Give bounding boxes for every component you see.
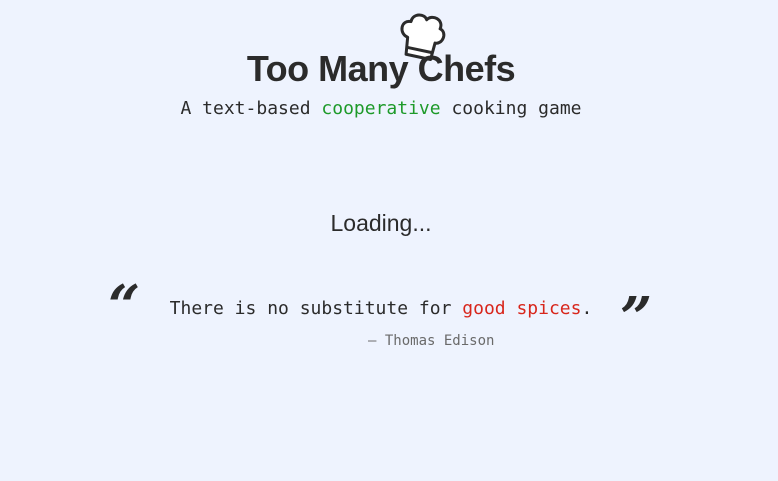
subtitle-suffix: cooking game bbox=[440, 98, 582, 119]
loading-screen: Too Many Chefs A text-based cooperative … bbox=[0, 0, 778, 481]
quote-prefix: There is no substitute for bbox=[169, 298, 463, 319]
page-subtitle: A text-based cooperative cooking game bbox=[0, 98, 762, 119]
page-title: Too Many Chefs bbox=[246, 48, 516, 89]
subtitle-highlight: cooperative bbox=[321, 98, 441, 119]
quote-highlight: good spices bbox=[462, 298, 582, 319]
quote-suffix: . bbox=[581, 298, 593, 319]
subtitle-prefix: A text-based bbox=[180, 98, 322, 119]
close-quote-mark: ” bbox=[620, 285, 653, 351]
quote-attribution: — Thomas Edison bbox=[368, 333, 495, 349]
loading-text: Loading... bbox=[330, 210, 432, 236]
